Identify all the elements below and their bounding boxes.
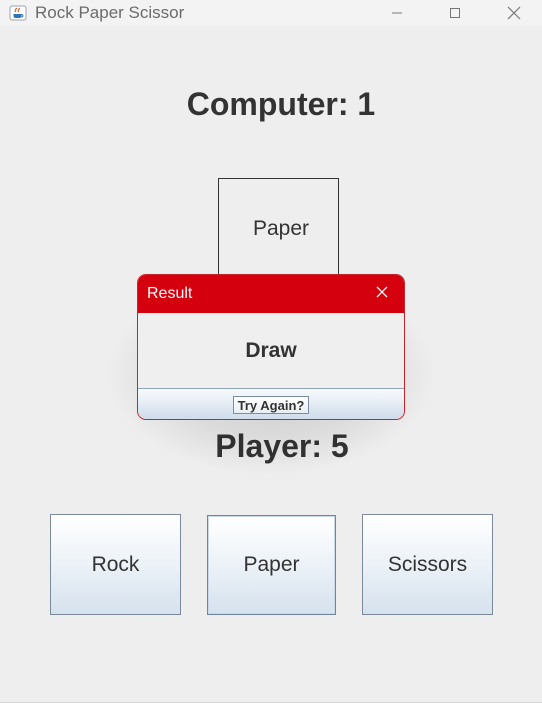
computer-choice-box: Paper: [218, 178, 339, 288]
dialog-header[interactable]: Result: [138, 275, 404, 313]
dialog-footer: Try Again?: [138, 388, 404, 419]
dialog-title: Result: [147, 285, 193, 302]
maximize-button[interactable]: [432, 0, 478, 26]
result-dialog: Result Draw Try Again?: [137, 274, 405, 420]
java-icon: [9, 4, 27, 22]
maximize-icon: [449, 7, 461, 19]
rock-button[interactable]: Rock: [50, 514, 181, 615]
player-score: Player: 5: [215, 428, 349, 464]
scissors-button[interactable]: Scissors: [362, 514, 493, 615]
minimize-button[interactable]: [374, 0, 420, 26]
close-icon: [507, 6, 521, 20]
close-icon: [374, 284, 390, 305]
app-window: Rock Paper Scissor Computer: 1 Paper Pla…: [0, 0, 542, 703]
paper-button[interactable]: Paper: [207, 515, 336, 615]
title-bar[interactable]: Rock Paper Scissor: [0, 0, 542, 26]
minimize-icon: [391, 7, 403, 19]
computer-score: Computer: 1: [186, 86, 376, 122]
game-panel: Computer: 1 Paper Player: 5 Rock Paper S…: [0, 26, 542, 703]
window-title: Rock Paper Scissor: [35, 3, 185, 22]
try-again-button[interactable]: Try Again?: [233, 396, 309, 414]
computer-choice-label: Paper: [252, 217, 310, 240]
close-button[interactable]: [491, 0, 537, 26]
dialog-close-button[interactable]: [368, 282, 396, 306]
result-message: Draw: [245, 339, 297, 362]
